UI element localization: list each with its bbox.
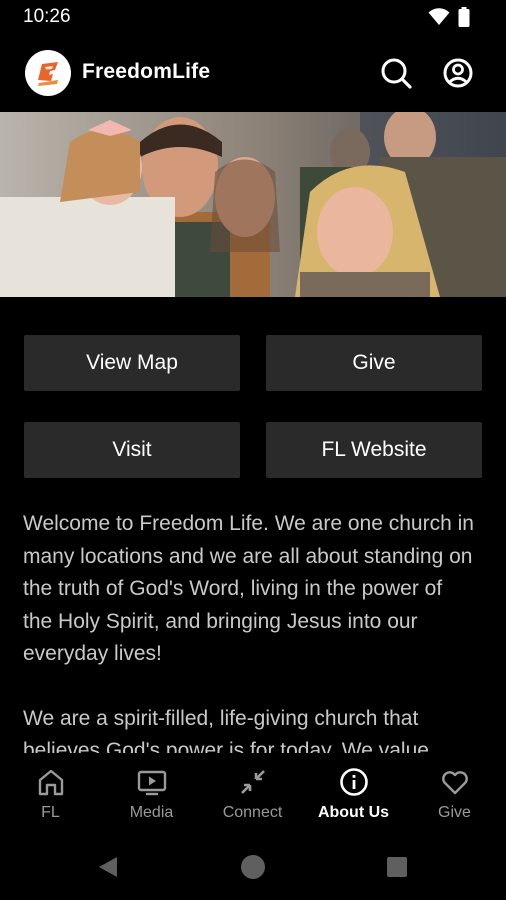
nav-item-fl[interactable]: FL	[0, 754, 101, 844]
hero-image	[0, 112, 506, 297]
home-circle-icon[interactable]	[240, 854, 266, 880]
nav-label-about-us: About Us	[317, 804, 390, 821]
nav-item-media[interactable]: Media	[101, 754, 202, 844]
freedomlife-logo[interactable]	[25, 50, 71, 96]
back-icon[interactable]	[96, 855, 120, 879]
status-time: 10:26	[23, 6, 71, 27]
system-nav-bar	[0, 844, 506, 900]
nav-label-connect: Connect	[222, 804, 283, 821]
fl-website-button[interactable]: FL Website	[266, 422, 482, 478]
account-icon	[443, 58, 473, 88]
nav-item-about-us[interactable]: About Us	[303, 754, 404, 844]
nav-item-give[interactable]: Give	[404, 754, 505, 844]
status-icons	[428, 7, 470, 27]
nav-label-fl: FL	[41, 804, 60, 821]
battery-icon	[458, 7, 470, 27]
welcome-paragraph: Welcome to Freedom Life. We are one chur…	[23, 512, 474, 665]
nav-label-give: Give	[438, 804, 471, 821]
visit-button[interactable]: Visit	[24, 422, 240, 478]
values-paragraph: We are a spirit-filled, life-giving chur…	[23, 706, 429, 754]
nav-item-connect[interactable]: Connect	[202, 754, 303, 844]
tv-icon	[137, 770, 166, 796]
wifi-icon	[428, 8, 450, 25]
home-icon	[38, 769, 63, 796]
view-map-button[interactable]: View Map	[24, 335, 240, 391]
status-bar: 10:26	[0, 0, 506, 34]
app-title: FreedomLife	[82, 60, 211, 83]
connect-icon	[240, 770, 265, 794]
logo-mark-icon	[38, 62, 58, 86]
bottom-nav: FL Media Connect About Us Give	[0, 754, 506, 844]
app-header: FreedomLife	[0, 34, 506, 112]
give-button[interactable]: Give	[266, 335, 482, 391]
info-icon	[339, 768, 368, 796]
search-icon	[381, 58, 412, 89]
nav-label-media: Media	[129, 804, 174, 821]
recents-icon[interactable]	[386, 856, 408, 878]
search-button[interactable]	[378, 55, 414, 91]
profile-button[interactable]	[440, 55, 476, 91]
about-content[interactable]: Welcome to Freedom Life. We are one chur…	[0, 508, 506, 753]
heart-icon	[441, 771, 468, 795]
hero-photo-icon	[0, 112, 506, 297]
